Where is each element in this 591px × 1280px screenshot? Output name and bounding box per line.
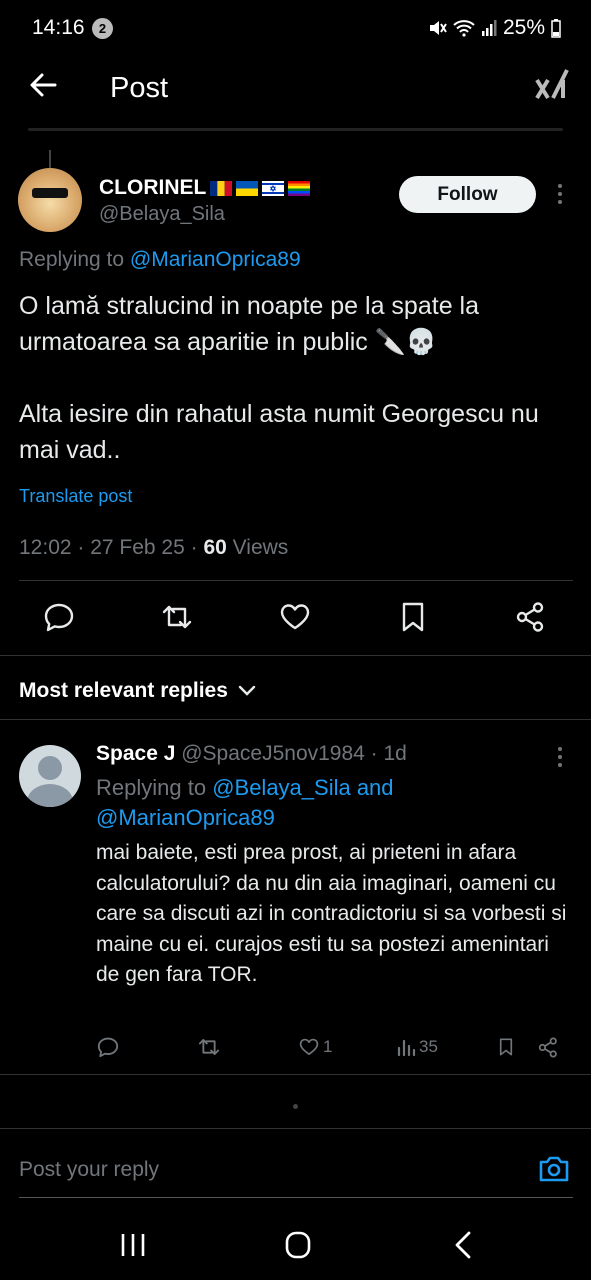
status-bar: 14:16 2 25% xyxy=(0,0,591,56)
replies-sort-label: Most relevant replies xyxy=(19,679,228,702)
like-icon xyxy=(299,1038,319,1055)
silent-icon xyxy=(429,21,447,35)
reply-replying-link-2[interactable]: @MarianOprica89 xyxy=(96,805,275,830)
back-icon[interactable] xyxy=(443,1230,483,1260)
views-icon xyxy=(397,1039,416,1057)
views-count: 60 xyxy=(203,536,227,559)
reply-replying-link-1[interactable]: @Belaya_Sila and xyxy=(212,775,393,800)
thread-line xyxy=(49,150,51,168)
israel-flag-icon xyxy=(262,180,285,196)
reply-icon xyxy=(97,1037,119,1058)
divider xyxy=(0,1128,591,1129)
wifi-icon xyxy=(453,20,475,37)
author-name[interactable]: CLORINEL xyxy=(99,176,311,200)
reply-repost-button[interactable] xyxy=(197,1034,221,1060)
reply-author[interactable]: Space J @SpaceJ5nov1984 · 1d xyxy=(96,742,407,766)
post-paragraph-1: O lamă stralucind in noapte pe la spate … xyxy=(19,292,479,356)
reply-views-count: 35 xyxy=(419,1037,438,1056)
system-nav-bar xyxy=(0,1210,591,1280)
share-icon[interactable] xyxy=(514,600,548,634)
back-arrow-icon[interactable] xyxy=(28,70,58,100)
reply-body: mai baiete, esti prea prost, ai prieteni… xyxy=(96,841,567,986)
reply-author-name: Space J xyxy=(96,742,176,765)
translate-post-link[interactable]: Translate post xyxy=(19,486,132,507)
reply-actions: 1 35 xyxy=(0,1034,591,1062)
page-title: Post xyxy=(110,72,169,104)
recents-icon[interactable] xyxy=(113,1230,153,1260)
battery-percent: 25% xyxy=(502,16,545,39)
reply-bookmark-button[interactable] xyxy=(496,1034,516,1060)
reply-reply-button[interactable] xyxy=(96,1034,120,1060)
replying-prefix: Replying to xyxy=(19,248,125,271)
reply-more-options-icon[interactable] xyxy=(554,745,566,769)
reply-handle-time: @SpaceJ5nov1984 · 1d xyxy=(175,742,407,765)
ukraine-flag-icon xyxy=(236,180,259,196)
more-options-icon[interactable] xyxy=(554,182,566,206)
share-icon xyxy=(538,1036,557,1058)
composer-underline xyxy=(19,1197,573,1198)
reply-share-button[interactable] xyxy=(537,1034,560,1060)
camera-icon[interactable] xyxy=(537,1152,571,1186)
like-icon[interactable] xyxy=(278,600,312,634)
status-time: 14:16 xyxy=(32,16,85,39)
top-bar: Post xyxy=(0,60,591,122)
battery-icon xyxy=(551,19,561,38)
status-icons: 25% xyxy=(427,16,561,40)
scroll-indicator xyxy=(293,1104,298,1109)
reply-replying-prefix: Replying to xyxy=(96,775,213,800)
reply-like-button[interactable]: 1 xyxy=(298,1034,332,1060)
avatar[interactable] xyxy=(18,168,82,232)
notification-count-badge: 2 xyxy=(92,18,113,39)
romania-flag-icon xyxy=(210,180,233,196)
reply-input[interactable] xyxy=(19,1150,509,1190)
author-name-text: CLORINEL xyxy=(99,176,207,199)
divider xyxy=(0,655,591,656)
reply-like-count: 1 xyxy=(323,1037,333,1056)
author-handle[interactable]: @Belaya_Sila xyxy=(99,203,225,226)
post-timestamp: 12:02 · 27 Feb 25 · xyxy=(19,536,204,559)
chevron-down-icon xyxy=(238,685,256,696)
home-icon[interactable] xyxy=(278,1230,318,1260)
rainbow-flag-icon xyxy=(288,180,311,196)
reply-avatar[interactable] xyxy=(19,745,81,807)
post-meta: 12:02 · 27 Feb 25 · 60 Views xyxy=(19,536,288,560)
reply-replying-to: Replying to @Belaya_Sila and @MarianOpri… xyxy=(96,773,566,833)
signal-icon xyxy=(481,20,497,36)
grok-icon[interactable] xyxy=(533,66,569,102)
divider xyxy=(0,1074,591,1075)
divider xyxy=(19,580,573,581)
views-label: Views xyxy=(226,536,289,559)
bookmark-icon[interactable] xyxy=(396,600,430,634)
follow-button[interactable]: Follow xyxy=(399,176,536,213)
replies-sort-dropdown[interactable]: Most relevant replies xyxy=(19,679,256,703)
reply-views-button[interactable]: 35 xyxy=(396,1034,438,1060)
replying-to-link[interactable]: @MarianOprica89 xyxy=(130,248,301,271)
header-divider xyxy=(28,128,563,131)
post-actions xyxy=(0,600,591,636)
divider xyxy=(0,719,591,720)
post-paragraph-2: Alta iesire din rahatul asta numit Georg… xyxy=(19,400,539,464)
post-body: O lamă stralucind in noapte pe la spate … xyxy=(19,288,579,504)
replying-to: Replying to @MarianOprica89 xyxy=(19,248,301,272)
reply-icon[interactable] xyxy=(42,600,76,634)
repost-icon[interactable] xyxy=(160,600,194,634)
bookmark-icon xyxy=(499,1038,513,1056)
repost-icon xyxy=(198,1039,220,1055)
